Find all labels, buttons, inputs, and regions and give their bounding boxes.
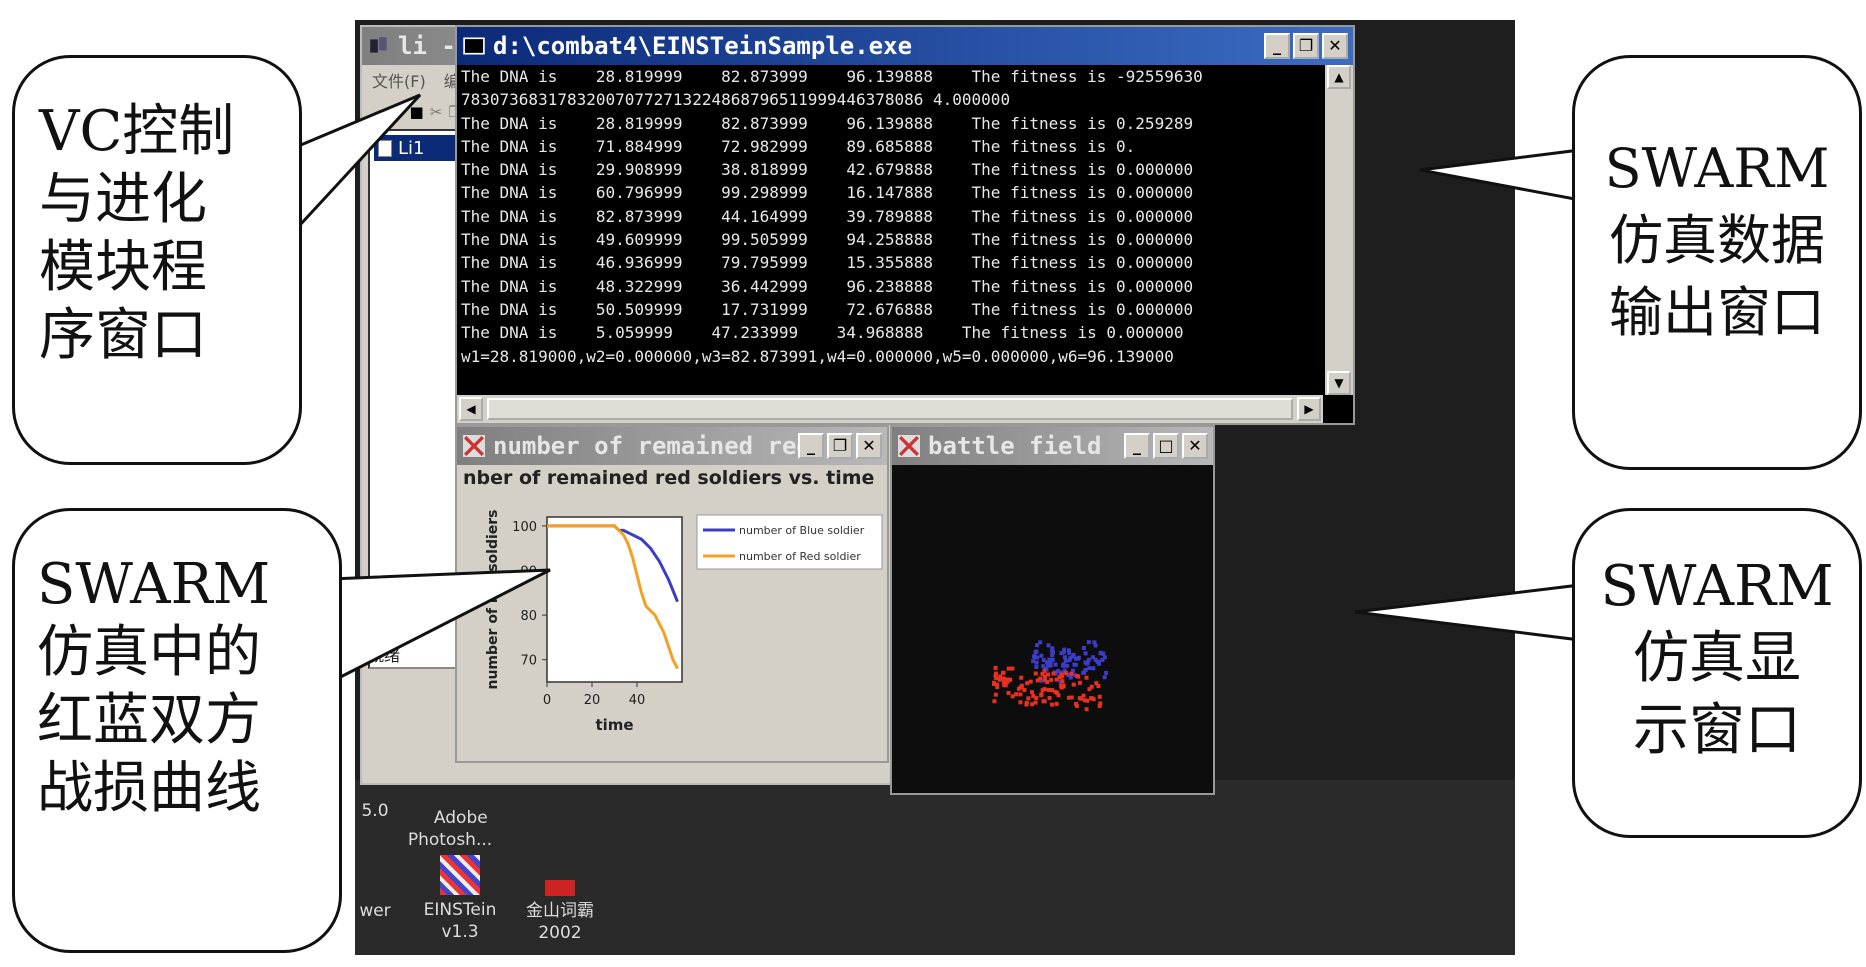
pointer-output bbox=[1419, 148, 1582, 202]
callout-vc-window: VC控制 与进化 模块程 序窗口 bbox=[12, 55, 302, 465]
callout-output-window: SWARM 仿真数据 输出窗口 bbox=[1572, 55, 1862, 470]
callout-loss-curve: SWARM 仿真中的 红蓝双方 战损曲线 bbox=[12, 508, 342, 953]
callout-display-window: SWARM 仿真显 示窗口 bbox=[1572, 508, 1862, 838]
pointer-display bbox=[1354, 583, 1582, 642]
